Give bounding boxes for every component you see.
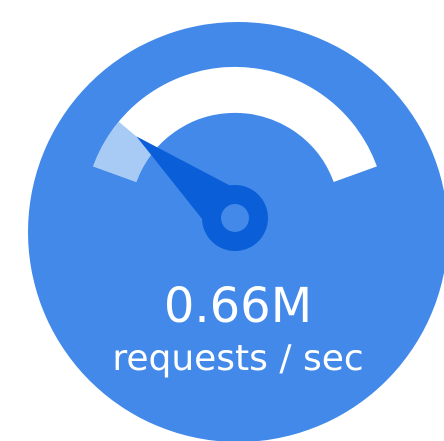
gauge-needle-hub-center <box>221 204 249 232</box>
gauge-fill <box>93 121 155 183</box>
speed-gauge-widget: 0.66M requests / sec <box>0 0 444 441</box>
gauge-value-label: 0.66M <box>164 278 312 334</box>
gauge-unit-label: requests / sec <box>112 338 363 379</box>
gauge-graphic: 0.66M requests / sec <box>28 22 444 441</box>
